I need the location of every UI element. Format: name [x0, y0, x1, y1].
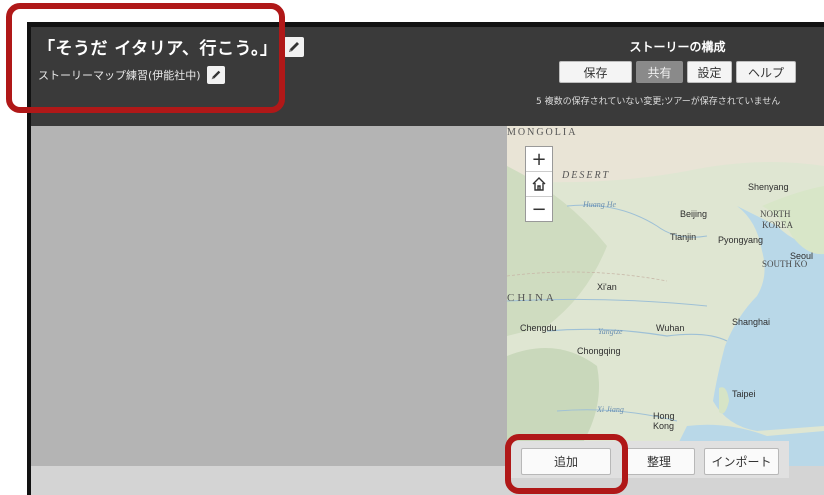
title-highlight-box — [6, 3, 285, 113]
map-label-wuhan: Wuhan — [656, 323, 685, 333]
map-label-pyongyang: Pyongyang — [718, 235, 764, 245]
map-label-chengdu: Chengdu — [520, 323, 557, 333]
help-button[interactable]: ヘルプ — [736, 61, 796, 83]
map-label-taipei: Taipei — [732, 389, 756, 399]
organize-button[interactable]: 整理 — [623, 448, 695, 475]
builder-toolbar: 保存 共有 設定 ヘルプ — [559, 61, 796, 83]
map-label-desert: DESERT — [562, 170, 611, 181]
zoom-in-button[interactable]: + — [526, 147, 552, 172]
map-label-yangtze: Yangtze — [598, 327, 623, 336]
map-label-xian: Xi'an — [597, 282, 617, 292]
import-button[interactable]: インポート — [704, 448, 779, 475]
map-label-tianjin: Tianjin — [670, 232, 697, 242]
map-label-shenyang: Shenyang — [748, 182, 789, 192]
share-button[interactable]: 共有 — [636, 61, 683, 83]
map-label-huang-he: Huang He — [583, 200, 617, 209]
map-label-south-korea: SOUTH KO — [762, 259, 808, 269]
map-label-north-korea-line1: NORTH — [760, 209, 791, 219]
map-label-shanghai: Shanghai — [732, 317, 771, 327]
builder-mode-label: ストーリーの構成 — [629, 40, 726, 54]
edit-title-pencil-icon[interactable] — [283, 36, 304, 57]
map-label-north-korea-line2: KOREA — [762, 220, 793, 230]
add-button-highlight-box — [505, 434, 628, 494]
map-zoom-control: + − — [525, 146, 553, 222]
map-label-beijing: Beijing — [680, 209, 708, 219]
settings-button[interactable]: 設定 — [687, 61, 732, 83]
home-icon[interactable] — [526, 172, 552, 197]
map-label-hong-kong-line1: Hong — [653, 411, 675, 421]
map-label-hong-kong-line2: Kong — [653, 421, 675, 431]
media-panel — [31, 126, 507, 466]
zoom-out-button[interactable]: − — [526, 197, 552, 221]
map-label-xi-jiang: Xi Jiang — [597, 405, 624, 414]
map-label-chongqing: Chongqing — [577, 346, 621, 356]
unsaved-changes-status: 5 複数の保存されていない変更;ツアーが保存されていません — [536, 97, 781, 107]
map-label-china: CHINA — [507, 292, 557, 304]
save-button[interactable]: 保存 — [559, 61, 632, 83]
map-label-mongolia: MONGOLIA — [507, 127, 578, 138]
